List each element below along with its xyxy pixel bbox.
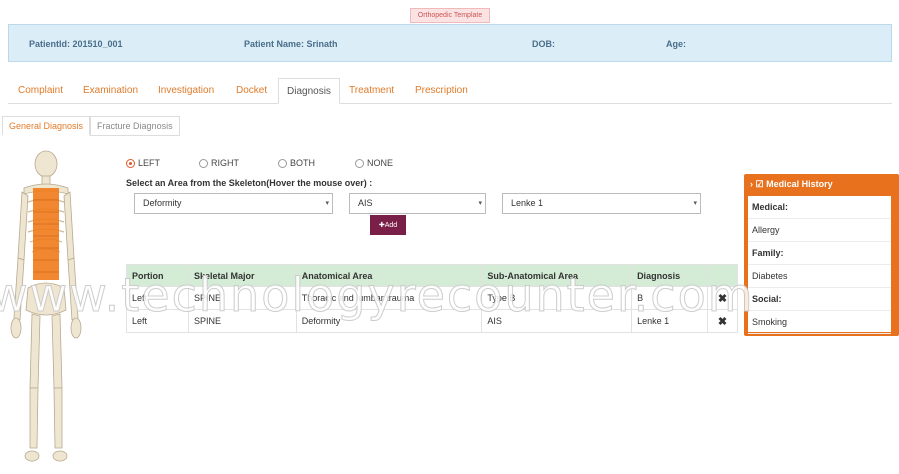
radio-left[interactable]: LEFT xyxy=(126,158,160,168)
chevron-down-icon: ▾ xyxy=(693,200,697,207)
sub-anatomical-value: AIS xyxy=(358,198,373,208)
radio-left-indicator[interactable] xyxy=(126,158,135,168)
cell-diagnosis: B xyxy=(631,286,708,310)
tab-prescription[interactable]: Prescription xyxy=(415,78,468,104)
table-header-row: Portion Skeletal Major Anatomical Area S… xyxy=(126,264,739,287)
radio-both[interactable]: BOTH xyxy=(278,158,315,168)
radio-right[interactable]: RIGHT xyxy=(199,158,239,168)
patient-age: Age: xyxy=(666,39,686,49)
radio-none-label: NONE xyxy=(367,158,394,168)
radio-both-indicator[interactable] xyxy=(278,158,287,168)
tab-diagnosis[interactable]: Diagnosis xyxy=(278,78,340,104)
cell-portion: Left xyxy=(126,286,189,310)
template-badge: Orthopedic Template xyxy=(410,8,490,23)
cell-portion: Left xyxy=(126,309,189,333)
medical-history-item-smoking: Smoking xyxy=(748,311,891,334)
add-button[interactable]: ✚Add xyxy=(370,215,406,235)
radio-none-indicator[interactable] xyxy=(355,158,364,168)
skeleton-diagram[interactable] xyxy=(6,148,86,466)
header-actions xyxy=(706,264,739,287)
table-row: Left SPINE Deformity AIS Lenke 1 ✖ xyxy=(126,309,739,333)
medical-history-title: Medical History xyxy=(766,179,833,189)
cell-sub-anatomical-area: AIS xyxy=(481,309,633,333)
patient-name: Patient Name: Srinath xyxy=(244,39,338,49)
header-anatomical-area: Anatomical Area xyxy=(295,264,483,287)
tab-complaint[interactable]: Complaint xyxy=(18,78,63,104)
cell-skeletal-major: SPINE xyxy=(187,309,297,333)
radio-both-label: BOTH xyxy=(290,158,316,168)
diagnosis-subtabs: General Diagnosis Fracture Diagnosis xyxy=(2,116,180,136)
cell-anatomical-area: Deformity xyxy=(295,309,483,333)
table-row: Left SPINE Thoracic and lumbar trauma Ty… xyxy=(126,286,739,310)
chevron-right-icon: › xyxy=(750,179,753,189)
medical-history-label-family: Family: xyxy=(748,242,891,265)
anatomical-area-select[interactable]: Deformity ▾ xyxy=(134,193,333,214)
radio-none[interactable]: NONE xyxy=(355,158,393,168)
medical-history-item-diabetes: Diabetes xyxy=(748,265,891,288)
subtab-fracture-diagnosis[interactable]: Fracture Diagnosis xyxy=(90,116,180,136)
skeleton-instruction: Select an Area from the Skeleton(Hover t… xyxy=(126,178,373,188)
medical-history-header[interactable]: › ☑ Medical History xyxy=(744,174,899,194)
medical-history-label-social: Social: xyxy=(748,288,891,311)
patient-id: PatientId: 201510_001 xyxy=(29,39,123,49)
medical-history-list: Medical: Allergy Family: Diabetes Social… xyxy=(748,196,891,334)
skull-shape xyxy=(34,150,58,178)
diagnosis-value: Lenke 1 xyxy=(511,198,544,208)
chevron-down-icon: ▾ xyxy=(325,200,329,207)
radio-right-label: RIGHT xyxy=(211,158,239,168)
cell-sub-anatomical-area: Type B xyxy=(481,286,633,310)
tab-treatment[interactable]: Treatment xyxy=(349,78,394,104)
delete-icon[interactable]: ✖ xyxy=(706,286,739,310)
cell-skeletal-major: SPINE xyxy=(187,286,297,310)
subtab-general-diagnosis[interactable]: General Diagnosis xyxy=(2,116,91,136)
radio-right-indicator[interactable] xyxy=(199,158,208,168)
header-portion: Portion xyxy=(126,264,189,287)
delete-icon[interactable]: ✖ xyxy=(706,309,739,333)
sub-anatomical-select[interactable]: AIS ▾ xyxy=(349,193,486,214)
tab-examination[interactable]: Examination xyxy=(83,78,138,104)
patient-info-bar: PatientId: 201510_001 Patient Name: Srin… xyxy=(8,24,892,62)
header-diagnosis: Diagnosis xyxy=(631,264,708,287)
tab-docket[interactable]: Docket xyxy=(236,78,267,104)
header-sub-anatomical-area: Sub-Anatomical Area xyxy=(481,264,633,287)
medical-history-label-medical: Medical: xyxy=(748,196,891,219)
tab-investigation[interactable]: Investigation xyxy=(158,78,214,104)
cell-anatomical-area: Thoracic and lumbar trauma xyxy=(295,286,483,310)
edit-icon: ☑ xyxy=(755,179,764,189)
chevron-down-icon: ▾ xyxy=(478,200,482,207)
cell-diagnosis: Lenke 1 xyxy=(631,309,708,333)
main-tabs: Complaint Examination Investigation Dock… xyxy=(8,78,892,104)
diagnosis-table: Portion Skeletal Major Anatomical Area S… xyxy=(126,264,739,333)
diagnosis-select[interactable]: Lenke 1 ▾ xyxy=(502,193,701,214)
medical-history-panel: › ☑ Medical History Medical: Allergy Fam… xyxy=(744,174,899,336)
header-skeletal-major: Skeletal Major xyxy=(187,264,297,287)
spine-highlight xyxy=(33,188,59,280)
medical-history-item-allergy: Allergy xyxy=(748,219,891,242)
patient-dob: DOB: xyxy=(532,39,555,49)
radio-left-label: LEFT xyxy=(138,158,161,168)
anatomical-area-value: Deformity xyxy=(143,198,182,208)
